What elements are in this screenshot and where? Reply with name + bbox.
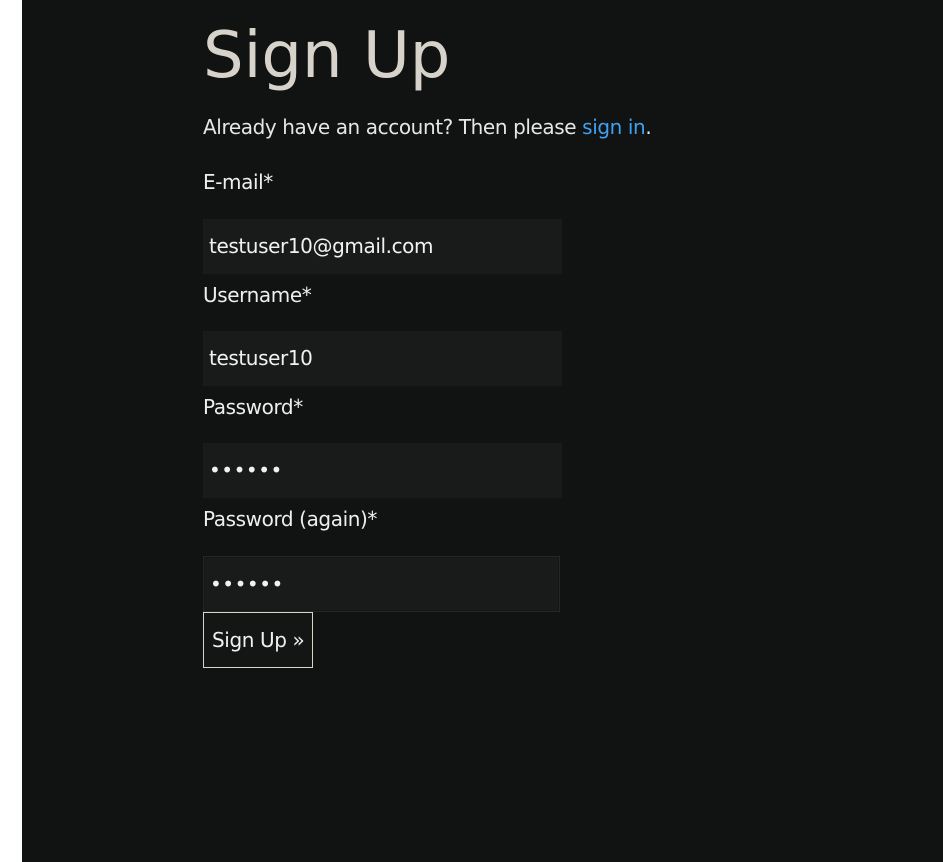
password-field[interactable] bbox=[203, 443, 562, 498]
page-background: Sign Up Already have an account? Then pl… bbox=[22, 0, 943, 862]
signup-form: Sign Up Already have an account? Then pl… bbox=[203, 16, 903, 668]
page-title: Sign Up bbox=[203, 19, 451, 93]
password-field-group: Password* bbox=[203, 393, 903, 498]
sign-up-button[interactable]: Sign Up » bbox=[203, 612, 314, 668]
sign-in-prompt-period: . bbox=[645, 115, 652, 139]
password-again-field[interactable] bbox=[203, 556, 560, 612]
sign-in-prompt: Already have an account? Then please sig… bbox=[203, 111, 903, 143]
username-field[interactable] bbox=[203, 331, 562, 386]
password-again-field-group: Password (again)* bbox=[203, 505, 903, 612]
password-label: Password* bbox=[203, 395, 303, 419]
email-field[interactable] bbox=[203, 219, 562, 274]
username-field-group: Username* bbox=[203, 281, 903, 386]
email-label: E-mail* bbox=[203, 170, 273, 194]
password-again-label: Password (again)* bbox=[203, 507, 378, 531]
sign-in-prompt-text: Already have an account? Then please bbox=[203, 115, 583, 139]
email-field-group: E-mail* bbox=[203, 168, 903, 274]
sign-in-link[interactable]: sign in bbox=[582, 115, 646, 139]
username-label: Username* bbox=[203, 283, 312, 307]
